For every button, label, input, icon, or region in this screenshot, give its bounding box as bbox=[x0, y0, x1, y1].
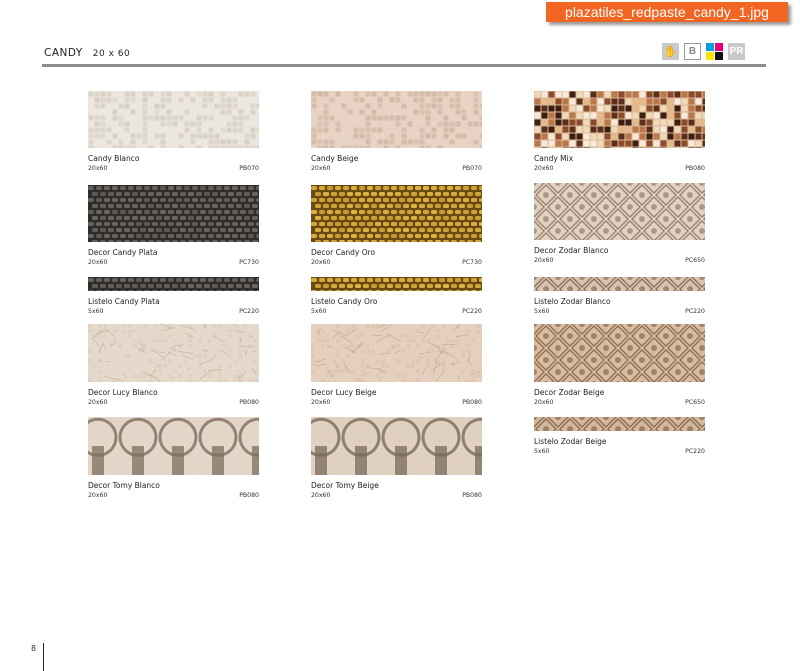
tile-size: 5x60 bbox=[88, 308, 104, 315]
tile-meta: 20x60 PB080 bbox=[311, 492, 482, 499]
tile-size: 5x60 bbox=[534, 448, 550, 455]
page-title: CANDY 20 x 60 bbox=[44, 47, 130, 59]
pr-icon: PR bbox=[728, 43, 745, 60]
tile-size: 5x60 bbox=[534, 308, 550, 315]
tile-code: PC730 bbox=[462, 259, 482, 266]
tile-image bbox=[88, 417, 259, 475]
page-number-bar bbox=[43, 643, 44, 671]
tile-size: 20x60 bbox=[311, 259, 331, 266]
tile-name: Decor Lucy Blanco bbox=[88, 388, 158, 397]
tile-image bbox=[534, 183, 705, 240]
tile-code: PB070 bbox=[239, 165, 259, 172]
icon-bar: ✋ B PR bbox=[662, 43, 745, 60]
tile-image bbox=[88, 91, 259, 148]
tile-name: Candy Beige bbox=[311, 154, 359, 163]
tile-meta: 5x60 PC220 bbox=[534, 448, 705, 455]
tile-code: PC650 bbox=[685, 257, 705, 264]
tile-name: Listelo Zodar Beige bbox=[534, 437, 607, 446]
tile-name: Listelo Candy Oro bbox=[311, 297, 378, 306]
tile-image bbox=[88, 324, 259, 382]
collection-size: 20 x 60 bbox=[92, 49, 131, 59]
tile-code: PB080 bbox=[462, 399, 482, 406]
tile-size: 20x60 bbox=[88, 399, 108, 406]
tile-size: 20x60 bbox=[534, 399, 554, 406]
tile-image bbox=[311, 185, 482, 242]
tile-meta: 20x60 PC730 bbox=[311, 259, 482, 266]
tile-meta: 20x60 PC650 bbox=[534, 257, 705, 264]
tile-size: 20x60 bbox=[88, 492, 108, 499]
tile-name: Listelo Candy Plata bbox=[88, 297, 160, 306]
tile-image bbox=[534, 324, 705, 382]
tile-image bbox=[88, 185, 259, 242]
tile-name: Decor Candy Plata bbox=[88, 248, 158, 257]
tile-meta: 20x60 PB070 bbox=[311, 165, 482, 172]
tile-size: 5x60 bbox=[311, 308, 327, 315]
tile-name: Decor Candy Oro bbox=[311, 248, 376, 257]
tile-code: PC220 bbox=[462, 308, 482, 315]
tile-meta: 5x60 PC220 bbox=[88, 308, 259, 315]
tile-image bbox=[534, 417, 705, 431]
file-name-tag: plazatiles_redpaste_candy_1.jpg bbox=[546, 2, 788, 22]
tile-meta: 20x60 PB070 bbox=[88, 165, 259, 172]
tile-code: PC220 bbox=[685, 308, 705, 315]
tile-image bbox=[534, 277, 705, 291]
tile-name: Decor Tomy Blanco bbox=[88, 481, 160, 490]
tile-name: Decor Zodar Blanco bbox=[534, 246, 609, 255]
tile-name: Candy Blanco bbox=[88, 154, 140, 163]
tile-meta: 20x60 PB080 bbox=[534, 165, 705, 172]
tile-code: PB080 bbox=[239, 492, 259, 499]
cmyk-icon bbox=[706, 43, 723, 60]
page-number: 8 bbox=[31, 644, 37, 653]
tile-code: PC730 bbox=[239, 259, 259, 266]
tile-meta: 20x60 PB080 bbox=[88, 492, 259, 499]
tile-code: PB070 bbox=[462, 165, 482, 172]
tile-meta: 20x60 PC650 bbox=[534, 399, 705, 406]
tile-meta: 5x60 PC220 bbox=[534, 308, 705, 315]
header-rule bbox=[42, 64, 766, 67]
tile-image bbox=[534, 91, 705, 148]
collection-name: CANDY bbox=[44, 47, 83, 59]
tile-size: 20x60 bbox=[311, 399, 331, 406]
tile-code: PC220 bbox=[239, 308, 259, 315]
tile-meta: 5x60 PC220 bbox=[311, 308, 482, 315]
tile-size: 20x60 bbox=[88, 259, 108, 266]
tile-image bbox=[311, 417, 482, 475]
tile-image bbox=[311, 277, 482, 291]
tile-size: 20x60 bbox=[311, 492, 331, 499]
tile-image bbox=[88, 277, 259, 291]
tile-code: PB080 bbox=[462, 492, 482, 499]
tile-size: 20x60 bbox=[534, 257, 554, 264]
tile-name: Decor Zodar Beige bbox=[534, 388, 605, 397]
tile-size: 20x60 bbox=[88, 165, 108, 172]
tile-name: Decor Tomy Beige bbox=[311, 481, 379, 490]
tile-name: Listelo Zodar Blanco bbox=[534, 297, 611, 306]
tile-code: PB080 bbox=[685, 165, 705, 172]
tile-meta: 20x60 PC730 bbox=[88, 259, 259, 266]
tile-meta: 20x60 PB080 bbox=[311, 399, 482, 406]
tile-code: PC220 bbox=[685, 448, 705, 455]
tile-code: PB080 bbox=[239, 399, 259, 406]
tile-image bbox=[311, 324, 482, 382]
tile-size: 20x60 bbox=[311, 165, 331, 172]
tile-name: Candy Mix bbox=[534, 154, 574, 163]
tile-name: Decor Lucy Beige bbox=[311, 388, 377, 397]
hand-icon: ✋ bbox=[662, 43, 679, 60]
tile-size: 20x60 bbox=[534, 165, 554, 172]
b-icon: B bbox=[684, 43, 701, 60]
tile-code: PC650 bbox=[685, 399, 705, 406]
tile-image bbox=[311, 91, 482, 148]
tile-meta: 20x60 PB080 bbox=[88, 399, 259, 406]
